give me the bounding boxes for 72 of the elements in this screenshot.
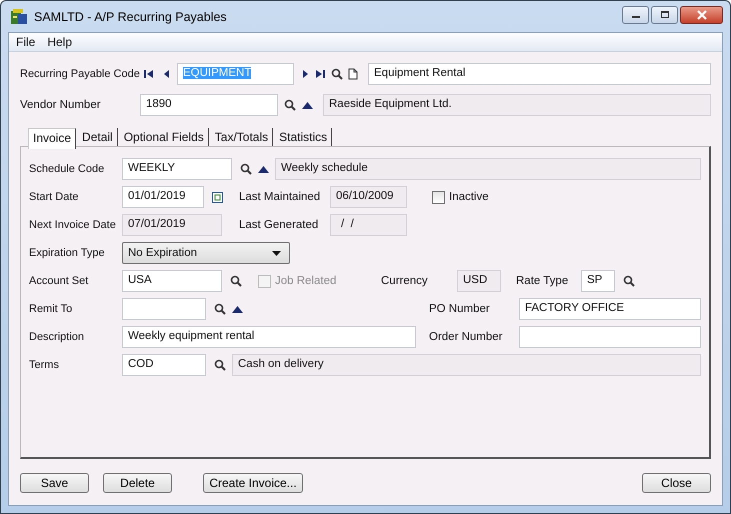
date-field[interactable]: 01/01/2019: [122, 186, 204, 208]
search-icon[interactable]: [214, 359, 226, 371]
search-icon[interactable]: [331, 68, 343, 80]
first-record-icon[interactable]: [143, 69, 155, 79]
app-icon: [10, 8, 28, 26]
up-triangle-icon[interactable]: [302, 102, 313, 108]
action-button[interactable]: Delete: [103, 473, 172, 493]
field-label: Account Set: [29, 275, 90, 287]
checkbox-label: Inactive: [449, 191, 489, 203]
terms-field[interactable]: COD: [122, 354, 206, 376]
last-record-icon[interactable]: [314, 69, 326, 79]
close-icon: [696, 10, 708, 20]
field-label: Vendor Number: [20, 99, 102, 111]
terms-description-field: Cash on delivery: [232, 354, 701, 376]
description-field[interactable]: Equipment Rental: [368, 63, 711, 85]
expiration-dropdown[interactable]: No Expiration: [122, 242, 290, 264]
field-label: Next Invoice Date: [29, 219, 117, 231]
po-number-field[interactable]: FACTORY OFFICE: [519, 298, 701, 320]
field-label: PO Number: [429, 303, 491, 315]
tab[interactable]: Tax/Totals: [210, 128, 274, 147]
action-button[interactable]: Save: [20, 473, 89, 493]
field-label: Remit To: [29, 303, 74, 315]
tab[interactable]: Statistics: [275, 128, 332, 147]
date-field: 07/01/2019: [122, 214, 222, 236]
search-icon[interactable]: [214, 303, 226, 315]
close-button[interactable]: [680, 6, 723, 24]
field-label: Recurring Payable Code: [20, 68, 141, 80]
field-label: Rate Type: [516, 275, 570, 287]
description-field[interactable]: Weekly equipment rental: [122, 326, 416, 348]
maximize-button[interactable]: [651, 6, 678, 24]
calendar-icon[interactable]: [212, 192, 223, 202]
schedule-code-field[interactable]: WEEKLY: [122, 158, 232, 180]
maximize-icon: [660, 10, 670, 18]
minimize-button[interactable]: [622, 6, 649, 24]
order-number-field[interactable]: [519, 326, 701, 348]
field-label: Last Maintained: [239, 191, 322, 203]
tab[interactable]: Invoice: [28, 128, 76, 149]
vendor-field[interactable]: 1890: [140, 94, 278, 116]
window-title: SAMLTD - A/P Recurring Payables: [34, 10, 227, 24]
menu-item[interactable]: File: [16, 35, 36, 49]
checkbox-label: Job Related: [275, 275, 338, 287]
search-icon[interactable]: [623, 275, 635, 287]
currency-field: USD: [457, 270, 501, 292]
field-label: Description: [29, 331, 86, 343]
tab[interactable]: Optional Fields: [120, 128, 209, 147]
previous-record-icon[interactable]: [163, 69, 171, 79]
schedule-description-field: Weekly schedule: [275, 158, 701, 180]
field-label: Start Date: [29, 191, 80, 203]
vendor-name-field: Raeside Equipment Ltd.: [323, 94, 711, 116]
up-triangle-icon[interactable]: [258, 166, 269, 172]
field-label: Expiration Type: [29, 247, 106, 259]
next-record-icon[interactable]: [301, 69, 309, 79]
search-icon[interactable]: [230, 275, 242, 287]
search-icon[interactable]: [284, 99, 296, 111]
field-label: Last Generated: [239, 219, 320, 231]
date-field: 06/10/2009: [330, 186, 407, 208]
field-label: Terms: [29, 359, 60, 371]
tab[interactable]: Detail: [78, 128, 118, 147]
field-label: Currency: [381, 275, 429, 287]
field-label: Schedule Code: [29, 163, 106, 175]
search-icon[interactable]: [240, 163, 252, 175]
up-triangle-icon[interactable]: [232, 306, 243, 312]
field-label: Order Number: [429, 331, 504, 343]
action-button[interactable]: Close: [642, 473, 711, 493]
account-set-field[interactable]: USA: [122, 270, 222, 292]
action-button[interactable]: Create Invoice...: [203, 473, 303, 493]
date-field: / /: [330, 214, 407, 236]
rate-type-field[interactable]: SP: [581, 270, 615, 292]
remit-to-field[interactable]: [122, 298, 206, 320]
new-document-icon[interactable]: [348, 68, 358, 80]
menu-item[interactable]: Help: [47, 35, 72, 49]
caret-icon: [272, 250, 281, 256]
